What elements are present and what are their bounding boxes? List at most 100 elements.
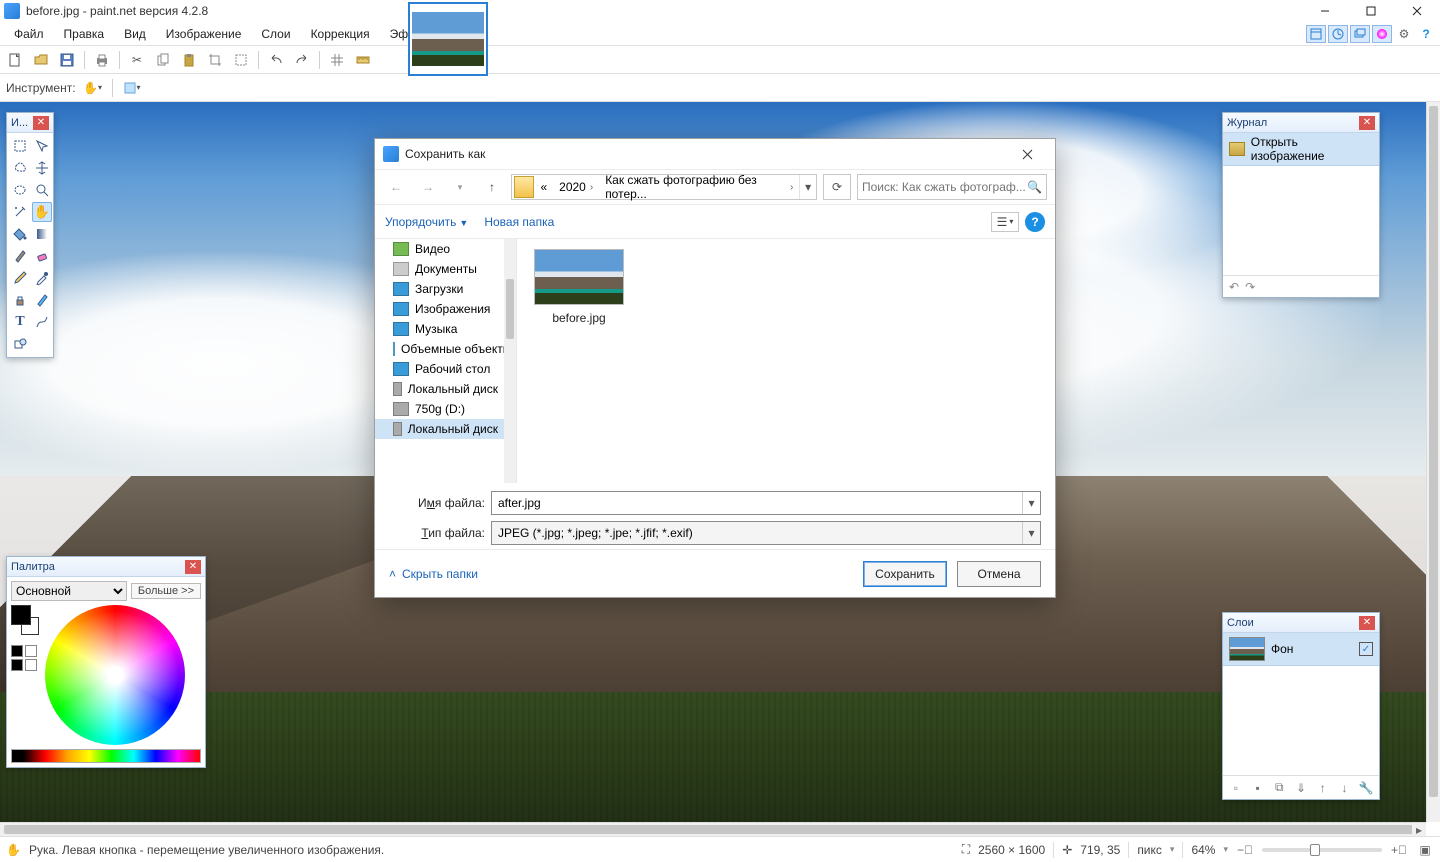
- nav-up-button[interactable]: ↑: [479, 175, 505, 199]
- tree-scrollbar[interactable]: [504, 239, 516, 483]
- filename-input[interactable]: [492, 496, 1022, 510]
- tool-recolor[interactable]: [32, 290, 52, 310]
- tool-text[interactable]: T: [10, 312, 30, 332]
- redo-icon[interactable]: ↷: [1245, 280, 1255, 294]
- duplicate-layer-icon[interactable]: ⧉: [1270, 779, 1288, 797]
- ruler-icon[interactable]: [352, 49, 374, 71]
- tree-item[interactable]: Локальный диск: [375, 379, 504, 399]
- tools-panel-close[interactable]: ✕: [33, 116, 49, 130]
- undo-icon[interactable]: ↶: [1229, 280, 1239, 294]
- cut-icon[interactable]: ✂: [126, 49, 148, 71]
- new-folder-button[interactable]: Новая папка: [484, 215, 554, 229]
- organize-menu[interactable]: Упорядочить▼: [385, 215, 468, 229]
- dialog-titlebar[interactable]: Сохранить как: [375, 139, 1055, 169]
- crumb-ellipsis[interactable]: «: [534, 175, 553, 199]
- tool-rect-select[interactable]: [10, 136, 30, 156]
- close-button[interactable]: [1394, 0, 1440, 22]
- file-item[interactable]: before.jpg: [527, 249, 631, 325]
- deselect-icon[interactable]: [230, 49, 252, 71]
- tool-color-picker[interactable]: [32, 268, 52, 288]
- filetype-dropdown-icon[interactable]: ▾: [1022, 522, 1040, 544]
- save-file-icon[interactable]: [56, 49, 78, 71]
- cancel-button[interactable]: Отмена: [957, 561, 1041, 587]
- tool-gradient[interactable]: [32, 224, 52, 244]
- tree-item[interactable]: Локальный диск: [375, 419, 504, 439]
- zoom-fit-icon[interactable]: ▣: [1416, 841, 1434, 859]
- zoom-slider[interactable]: [1262, 848, 1382, 852]
- menu-edit[interactable]: Правка: [54, 25, 115, 43]
- sampling-dropdown[interactable]: ▾: [121, 77, 143, 99]
- address-bar[interactable]: « 2020› Как сжать фотографию без потер..…: [511, 174, 817, 200]
- layer-visible-checkbox[interactable]: ✓: [1359, 642, 1373, 656]
- dialog-help-button[interactable]: ?: [1025, 212, 1045, 232]
- tree-item[interactable]: Рабочий стол: [375, 359, 504, 379]
- status-zoom[interactable]: 64%: [1191, 843, 1215, 857]
- status-units[interactable]: пикс: [1137, 843, 1162, 857]
- crumb-2020[interactable]: 2020›: [553, 175, 599, 199]
- help-icon[interactable]: ?: [1416, 25, 1436, 43]
- search-input[interactable]: [862, 180, 1027, 194]
- delete-layer-icon[interactable]: ▪: [1249, 779, 1267, 797]
- fg-bg-swatches[interactable]: [11, 605, 41, 639]
- toggle-colors-panel[interactable]: [1372, 25, 1392, 43]
- tree-item[interactable]: 750g (D:): [375, 399, 504, 419]
- tool-move-pixels[interactable]: [32, 158, 52, 178]
- grid-icon[interactable]: [326, 49, 348, 71]
- move-down-icon[interactable]: ↓: [1336, 779, 1354, 797]
- folder-tree[interactable]: ВидеоДокументыЗагрузкиИзображенияМузыкаО…: [375, 239, 517, 483]
- color-strip[interactable]: [11, 749, 201, 763]
- tree-item[interactable]: Видео: [375, 239, 504, 259]
- tool-ellipse-select[interactable]: [10, 180, 30, 200]
- tool-lasso[interactable]: [10, 158, 30, 178]
- tool-eraser[interactable]: [32, 246, 52, 266]
- tool-fill[interactable]: [10, 224, 30, 244]
- colors-panel-close[interactable]: ✕: [185, 560, 201, 574]
- tool-clone[interactable]: [10, 290, 30, 310]
- undo-icon[interactable]: [265, 49, 287, 71]
- history-panel-close[interactable]: ✕: [1359, 116, 1375, 130]
- maximize-button[interactable]: [1348, 0, 1394, 22]
- print-icon[interactable]: [91, 49, 113, 71]
- refresh-button[interactable]: ⟳: [823, 174, 851, 200]
- menu-adjustments[interactable]: Коррекция: [301, 25, 380, 43]
- crop-icon[interactable]: [204, 49, 226, 71]
- tool-shapes[interactable]: [10, 334, 30, 354]
- nav-back-button[interactable]: ←: [383, 175, 409, 199]
- tool-move-selection[interactable]: [32, 136, 52, 156]
- copy-icon[interactable]: [152, 49, 174, 71]
- toggle-history-panel[interactable]: [1328, 25, 1348, 43]
- layer-properties-icon[interactable]: 🔧: [1357, 779, 1375, 797]
- menu-layers[interactable]: Слои: [251, 25, 300, 43]
- menu-image[interactable]: Изображение: [156, 25, 252, 43]
- tree-item[interactable]: Загрузки: [375, 279, 504, 299]
- move-up-icon[interactable]: ↑: [1314, 779, 1332, 797]
- toggle-layers-panel[interactable]: [1350, 25, 1370, 43]
- document-tab[interactable]: [408, 2, 488, 76]
- active-tool-dropdown[interactable]: ✋▾: [82, 77, 104, 99]
- tree-item[interactable]: Музыка: [375, 319, 504, 339]
- paste-icon[interactable]: [178, 49, 200, 71]
- search-box[interactable]: 🔍: [857, 174, 1047, 200]
- nav-recent-dropdown[interactable]: ▾: [447, 175, 473, 199]
- tool-zoom[interactable]: [32, 180, 52, 200]
- add-layer-icon[interactable]: ▫: [1227, 779, 1245, 797]
- open-file-icon[interactable]: [30, 49, 52, 71]
- color-mode-select[interactable]: Основной: [11, 581, 127, 601]
- scroll-right-icon[interactable]: ▸: [1412, 823, 1426, 837]
- tool-magic-wand[interactable]: [10, 202, 30, 222]
- settings-icon[interactable]: ⚙: [1394, 25, 1414, 43]
- tree-item[interactable]: Изображения: [375, 299, 504, 319]
- dialog-close-button[interactable]: [1007, 142, 1047, 166]
- minimize-button[interactable]: [1302, 0, 1348, 22]
- layer-item[interactable]: Фон ✓: [1223, 633, 1379, 666]
- merge-down-icon[interactable]: ⇓: [1292, 779, 1310, 797]
- view-mode-button[interactable]: ☰▾: [991, 212, 1019, 232]
- filetype-combobox[interactable]: ▾: [491, 521, 1041, 545]
- toggle-tools-panel[interactable]: [1306, 25, 1326, 43]
- menu-view[interactable]: Вид: [114, 25, 156, 43]
- vertical-scrollbar[interactable]: [1426, 102, 1440, 822]
- zoom-out-icon[interactable]: −⃝: [1236, 841, 1254, 859]
- tool-pencil[interactable]: [10, 268, 30, 288]
- history-item[interactable]: Открыть изображение: [1223, 133, 1379, 166]
- tool-pan[interactable]: ✋: [32, 202, 52, 222]
